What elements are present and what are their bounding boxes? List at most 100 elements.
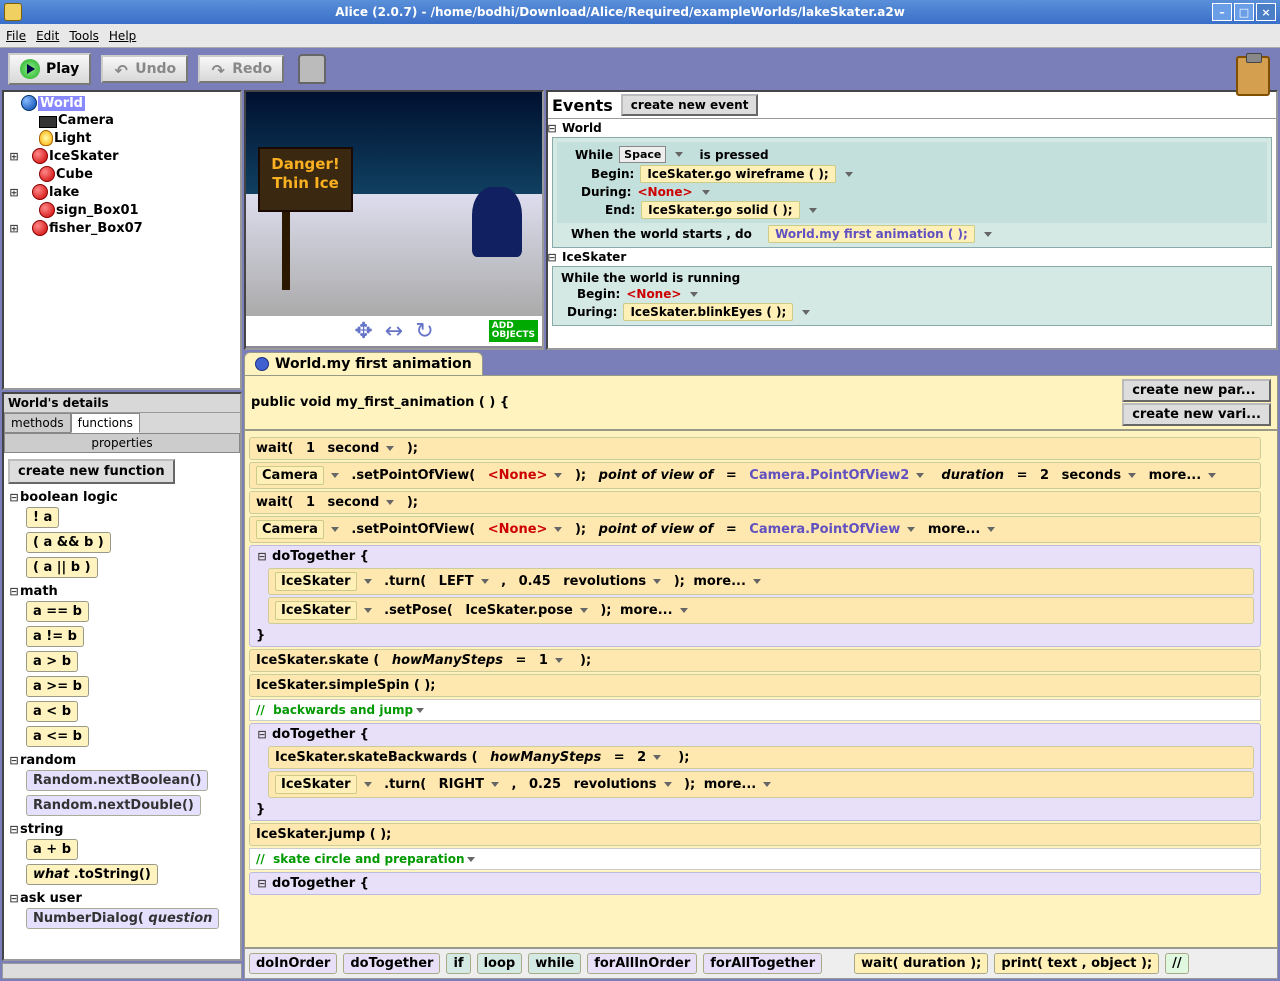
menu-tools[interactable]: Tools: [69, 29, 99, 43]
func-tile[interactable]: Random.nextBoolean(): [26, 770, 208, 791]
maximize-button[interactable]: □: [1234, 3, 1254, 21]
dotogether-block[interactable]: ⊟doTogether { IceSkater.skateBackwards (…: [249, 723, 1261, 821]
clipboard-icon[interactable]: [1236, 56, 1270, 96]
add-objects-button[interactable]: ADD OBJECTS: [489, 320, 538, 342]
tree-lake[interactable]: ⊞lake: [6, 183, 238, 201]
func-tile[interactable]: a <= b: [26, 726, 89, 747]
func-tile[interactable]: ( a || b ): [26, 557, 98, 578]
method-tab[interactable]: World.my first animation: [244, 352, 483, 375]
cat-boolean[interactable]: ⊟boolean logic: [8, 490, 236, 505]
statement[interactable]: Camera .setPointOfView( <None> ); point …: [249, 516, 1261, 543]
events-title: Events: [552, 96, 613, 115]
window-title: Alice (2.0.7) - /home/bodhi/Download/Ali…: [28, 5, 1212, 19]
nav-arrow-icon[interactable]: ✥: [354, 319, 372, 344]
statement[interactable]: wait( 1 second );: [249, 437, 1261, 460]
undo-button[interactable]: ↶Undo: [101, 55, 188, 83]
statement[interactable]: IceSkater.skateBackwards ( howManySteps …: [268, 746, 1254, 769]
cat-random[interactable]: ⊟random: [8, 753, 236, 768]
tile-wait[interactable]: wait( duration );: [854, 953, 988, 974]
camera-icon: [39, 116, 57, 128]
redo-button[interactable]: ↷Redo: [198, 55, 284, 83]
tree-fisher[interactable]: ⊞fisher_Box07: [6, 219, 238, 237]
tile-print[interactable]: print( text , object );: [994, 953, 1159, 974]
close-button[interactable]: ×: [1256, 3, 1276, 21]
event-block[interactable]: While the world is running Begin:<None> …: [552, 266, 1272, 326]
func-tile[interactable]: a > b: [26, 651, 78, 672]
statement-palette: doInOrder doTogether if loop while forAl…: [244, 948, 1278, 979]
tile-dotogether[interactable]: doTogether: [343, 953, 440, 974]
func-tile[interactable]: ( a && b ): [26, 532, 111, 553]
statement[interactable]: wait( 1 second );: [249, 491, 1261, 514]
menu-edit[interactable]: Edit: [36, 29, 59, 43]
statement[interactable]: IceSkater.skate ( howManySteps = 1 );: [249, 649, 1261, 672]
tree-light[interactable]: Light: [6, 129, 238, 147]
scene-view[interactable]: Danger!Thin Ice ✥ ↔ ↻ ADD OBJECTS: [244, 90, 544, 350]
light-icon: [39, 130, 53, 146]
scrollbar[interactable]: [2, 963, 242, 979]
dotogether-block[interactable]: ⊟doTogether {: [249, 872, 1261, 895]
trash-icon[interactable]: [298, 54, 326, 84]
func-tile[interactable]: what .toString(): [26, 864, 158, 885]
tab-methods[interactable]: methods: [4, 413, 71, 433]
statement[interactable]: IceSkater.simpleSpin ( );: [249, 674, 1261, 697]
app-icon: [4, 3, 22, 21]
undo-icon: ↶: [113, 61, 129, 77]
func-tile[interactable]: a + b: [26, 839, 78, 860]
scene-sign: Danger!Thin Ice: [258, 147, 353, 212]
create-function-button[interactable]: create new function: [8, 459, 175, 484]
tile-forallinorder[interactable]: forAllInOrder: [587, 953, 697, 974]
tile-doinorder[interactable]: doInOrder: [249, 953, 337, 974]
tile-if[interactable]: if: [446, 953, 470, 974]
statement[interactable]: IceSkater .turn( RIGHT , 0.25 revolution…: [268, 771, 1254, 798]
menubar: File Edit Tools Help: [0, 24, 1280, 48]
tree-world[interactable]: World: [6, 94, 238, 112]
method-signature: public void my_first_animation ( ) { cre…: [244, 375, 1278, 430]
comment[interactable]: // backwards and jump: [249, 699, 1261, 721]
func-tile[interactable]: Random.nextDouble(): [26, 795, 201, 816]
func-tile[interactable]: NumberDialog( question: [26, 908, 219, 929]
object-icon: [39, 166, 55, 182]
func-tile[interactable]: ! a: [26, 507, 59, 528]
create-var-button[interactable]: create new vari...: [1122, 403, 1271, 426]
cat-string[interactable]: ⊟string: [8, 822, 236, 837]
tree-camera[interactable]: Camera: [6, 112, 238, 129]
func-tile[interactable]: a == b: [26, 601, 89, 622]
menu-help[interactable]: Help: [109, 29, 136, 43]
nav-arrow-icon[interactable]: ↻: [415, 319, 433, 344]
func-tile[interactable]: a != b: [26, 626, 84, 647]
nav-arrow-icon[interactable]: ↔: [385, 319, 403, 344]
statement[interactable]: IceSkater .setPose( IceSkater.pose ); mo…: [268, 597, 1254, 624]
tree-sign[interactable]: sign_Box01: [6, 201, 238, 219]
play-icon: [20, 59, 40, 79]
details-title: World's details: [4, 394, 240, 413]
tile-loop[interactable]: loop: [477, 953, 523, 974]
statement[interactable]: IceSkater.jump ( );: [249, 823, 1261, 846]
comment[interactable]: // skate circle and preparation: [249, 848, 1261, 870]
camera-controls: ✥ ↔ ↻ ADD OBJECTS: [246, 316, 542, 346]
statement[interactable]: Camera .setPointOfView( <None> ); point …: [249, 462, 1261, 489]
tree-iceskater[interactable]: ⊞IceSkater: [6, 147, 238, 165]
play-button[interactable]: Play: [8, 53, 91, 85]
tab-functions[interactable]: functions: [71, 413, 140, 433]
minimize-button[interactable]: –: [1212, 3, 1232, 21]
menu-file[interactable]: File: [6, 29, 26, 43]
event-block[interactable]: WhileSpace is pressed Begin:IceSkater.go…: [552, 137, 1272, 248]
func-tile[interactable]: a >= b: [26, 676, 89, 697]
tile-foralltogether[interactable]: forAllTogether: [703, 953, 822, 974]
object-tree: World Camera Light ⊞IceSkater Cube ⊞lake…: [2, 90, 242, 390]
cat-askuser[interactable]: ⊟ask user: [8, 891, 236, 906]
world-icon: [21, 95, 37, 111]
scene-fisher: [472, 187, 522, 257]
dotogether-block[interactable]: ⊟doTogether { IceSkater .turn( LEFT , 0.…: [249, 545, 1261, 647]
tile-comment[interactable]: //: [1165, 953, 1189, 974]
tree-cube[interactable]: Cube: [6, 165, 238, 183]
tab-properties[interactable]: properties: [4, 433, 240, 453]
object-icon: [32, 184, 48, 200]
tile-while[interactable]: while: [528, 953, 581, 974]
statement[interactable]: IceSkater .turn( LEFT , 0.45 revolutions…: [268, 568, 1254, 595]
create-event-button[interactable]: create new event: [621, 94, 759, 116]
func-tile[interactable]: a < b: [26, 701, 78, 722]
create-param-button[interactable]: create new par...: [1122, 379, 1271, 402]
cat-math[interactable]: ⊟math: [8, 584, 236, 599]
redo-icon: ↷: [210, 61, 226, 77]
